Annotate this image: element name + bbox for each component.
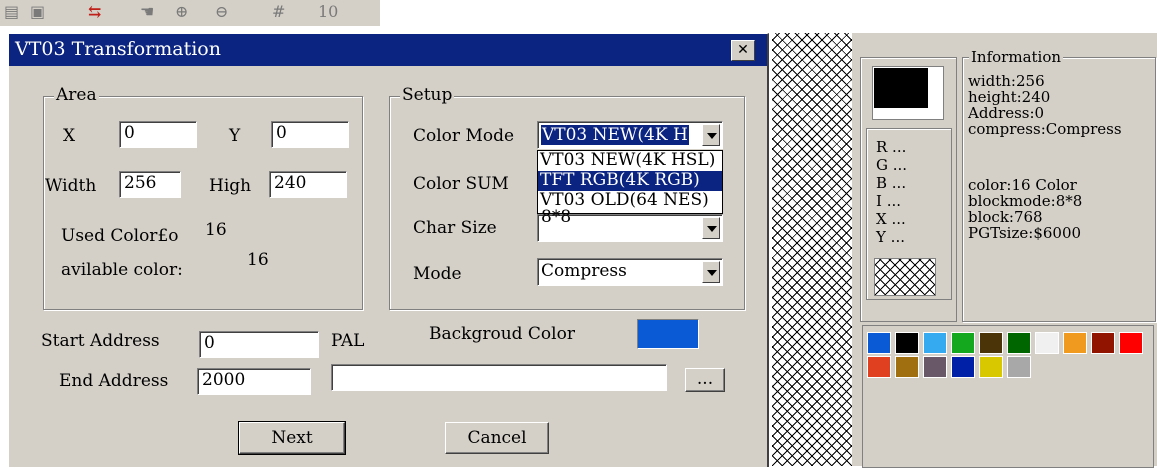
dialog-titlebar[interactable]: VT03 Transformation ✕ bbox=[9, 34, 767, 66]
zoom-in-icon[interactable]: ⊕ bbox=[175, 2, 188, 21]
high-label: High bbox=[209, 176, 252, 196]
char-size-select[interactable]: 8*8 bbox=[537, 207, 723, 242]
color-sum-label: Color SUM bbox=[413, 174, 509, 194]
start-address-label: Start Address bbox=[41, 331, 160, 351]
char-size-label: Char Size bbox=[413, 218, 497, 238]
transformation-dialog: VT03 Transformation ✕ Area X 0 Y 0 Width… bbox=[8, 33, 769, 467]
color-mode-dropdown[interactable]: VT03 NEW(4K HSL) TFT RGB(4K RGB) VT03 OL… bbox=[537, 150, 723, 214]
mode-value: Compress bbox=[541, 261, 627, 281]
transform-icon[interactable]: ⇆ bbox=[88, 2, 101, 21]
palette-swatch[interactable] bbox=[1091, 332, 1115, 354]
x-input[interactable]: 0 bbox=[119, 121, 197, 148]
palette-swatch[interactable] bbox=[867, 356, 891, 378]
used-color-label: Used Color£o bbox=[61, 226, 179, 246]
zoom-out-icon[interactable]: ⊖ bbox=[215, 2, 228, 21]
pattern-preview bbox=[874, 258, 936, 296]
close-button[interactable]: ✕ bbox=[731, 40, 755, 61]
info-line: compress:Compress bbox=[968, 120, 1122, 138]
palette-swatch[interactable] bbox=[923, 356, 947, 378]
toolbar: ▤ ▣ ⇆ ☚ ⊕ ⊖ # 10 bbox=[0, 0, 380, 26]
chevron-down-icon[interactable] bbox=[702, 124, 720, 146]
rgb-line: R ... bbox=[876, 138, 907, 156]
browse-button[interactable]: ... bbox=[685, 368, 725, 392]
high-input[interactable]: 240 bbox=[269, 171, 347, 198]
doc-icon[interactable]: ▤ bbox=[4, 2, 19, 21]
palette-swatch[interactable] bbox=[895, 356, 919, 378]
end-address-input[interactable]: 2000 bbox=[197, 368, 311, 395]
palette-swatch[interactable] bbox=[979, 356, 1003, 378]
chevron-down-icon[interactable] bbox=[702, 217, 720, 239]
info-line: PGTsize:$6000 bbox=[968, 224, 1082, 242]
rgb-line: G ... bbox=[876, 156, 908, 174]
chevron-down-icon[interactable] bbox=[702, 261, 720, 283]
palette-swatch[interactable] bbox=[1007, 356, 1031, 378]
color-mode-option-selected[interactable]: TFT RGB(4K RGB) bbox=[538, 171, 722, 191]
mode-label: Mode bbox=[413, 264, 462, 284]
palette-swatch[interactable] bbox=[979, 332, 1003, 354]
color-preview-fg bbox=[874, 68, 928, 108]
color-palette bbox=[862, 325, 1154, 468]
char-size-value: 8*8 bbox=[541, 207, 572, 227]
end-address-label: End Address bbox=[59, 371, 169, 391]
palette-swatch[interactable] bbox=[951, 332, 975, 354]
palette-swatch[interactable] bbox=[1063, 332, 1087, 354]
pal-path-input[interactable] bbox=[331, 364, 667, 391]
zoom-level: 10 bbox=[318, 2, 339, 21]
background-color-swatch[interactable] bbox=[637, 319, 699, 349]
palette-swatch[interactable] bbox=[895, 332, 919, 354]
pal-label: PAL bbox=[331, 331, 365, 351]
y-input[interactable]: 0 bbox=[271, 121, 349, 148]
setup-legend: Setup bbox=[400, 85, 455, 105]
color-mode-select[interactable]: VT03 NEW(4K H bbox=[537, 121, 723, 149]
next-button[interactable]: Next bbox=[238, 421, 346, 455]
grid-icon[interactable]: # bbox=[272, 2, 285, 21]
hand-icon[interactable]: ☚ bbox=[140, 2, 154, 21]
x-label: X bbox=[63, 126, 76, 146]
rgb-line: X ... bbox=[876, 210, 906, 228]
palette-swatch[interactable] bbox=[1119, 332, 1143, 354]
rgb-line: Y ... bbox=[876, 228, 905, 246]
mode-select[interactable]: Compress bbox=[537, 258, 723, 286]
background-color-label: Backgroud Color bbox=[429, 324, 575, 344]
available-color-label: avilable color: bbox=[61, 260, 183, 280]
palette-swatch[interactable] bbox=[951, 356, 975, 378]
palette-swatch[interactable] bbox=[1007, 332, 1031, 354]
used-color-value: 16 bbox=[205, 220, 227, 240]
preview-canvas[interactable] bbox=[772, 33, 852, 466]
save-icon[interactable]: ▣ bbox=[30, 2, 45, 21]
dialog-title: VT03 Transformation bbox=[15, 38, 221, 60]
y-label: Y bbox=[229, 126, 241, 146]
rgb-line: I ... bbox=[876, 192, 901, 210]
rgb-line: B ... bbox=[876, 174, 907, 192]
cancel-button[interactable]: Cancel bbox=[445, 422, 549, 454]
area-legend: Area bbox=[54, 85, 99, 105]
palette-swatch[interactable] bbox=[1035, 332, 1059, 354]
width-input[interactable]: 256 bbox=[119, 171, 181, 198]
available-color-value: 16 bbox=[247, 250, 269, 270]
color-mode-value: VT03 NEW(4K H bbox=[541, 125, 689, 145]
information-legend: Information bbox=[969, 48, 1064, 66]
start-address-input[interactable]: 0 bbox=[199, 331, 319, 358]
width-label: Width bbox=[45, 176, 97, 196]
color-mode-option[interactable]: VT03 NEW(4K HSL) bbox=[538, 151, 722, 171]
palette-swatch[interactable] bbox=[867, 332, 891, 354]
color-mode-label: Color Mode bbox=[413, 126, 515, 146]
palette-swatch[interactable] bbox=[923, 332, 947, 354]
